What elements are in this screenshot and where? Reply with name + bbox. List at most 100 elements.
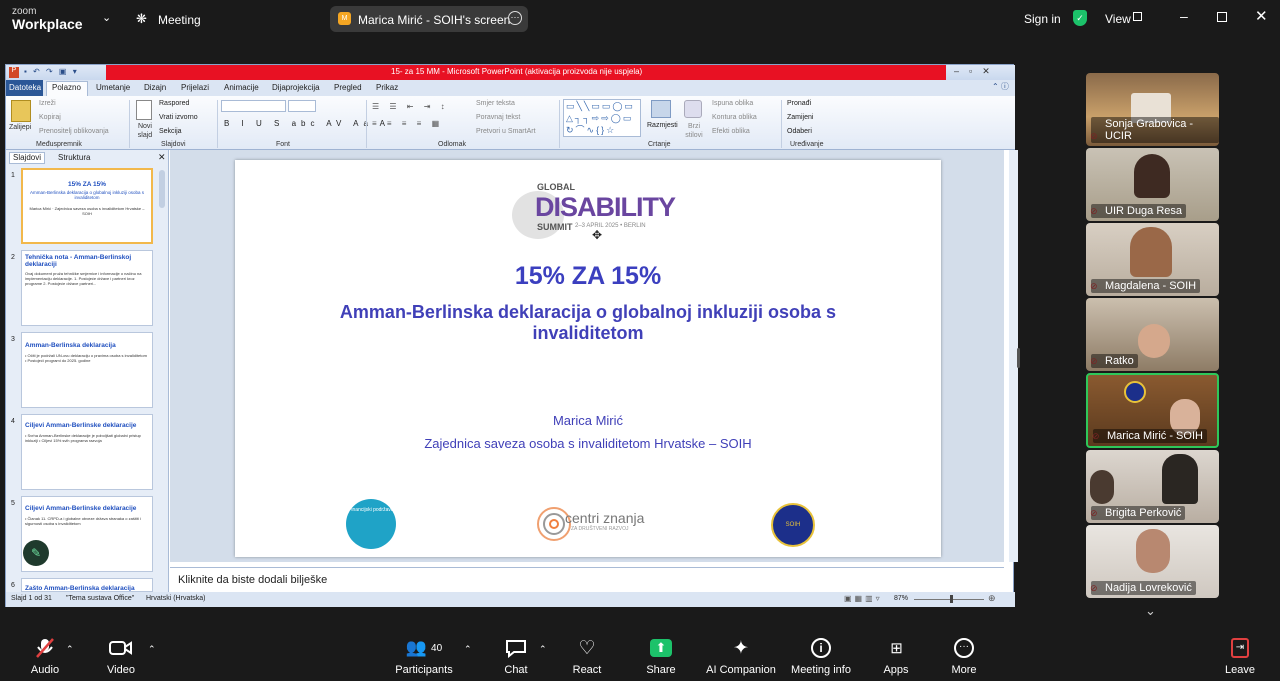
text-direction-button[interactable]: Smjer teksta (476, 100, 515, 107)
centri-znanja-sub: ZA DRUŠTVENI RAZVOJ (571, 526, 629, 532)
slide-thumbnail[interactable]: 15% ZA 15% Amman-Berlinska deklaracija o… (21, 168, 153, 244)
participant-tile[interactable]: ⊘ Ratko (1086, 298, 1219, 371)
meeting-label[interactable]: Meeting (158, 13, 201, 27)
tab-review[interactable]: Pregled (334, 83, 362, 92)
shield-icon[interactable]: ✓ (1073, 10, 1087, 26)
section-button[interactable]: Sekcija (159, 128, 182, 135)
logo-date: 2–3 APRIL 2025 • BERLIN (575, 223, 646, 229)
powerpoint-icon: P (9, 67, 19, 78)
participant-tile[interactable]: ⊘ Sonja Grabovica - UCIR (1086, 73, 1219, 146)
tab-animations[interactable]: Animacije (224, 83, 259, 92)
tab-slideshow[interactable]: Dijaprojekcija (272, 83, 320, 92)
participant-video (1130, 227, 1172, 277)
shape-outline-button[interactable]: Kontura oblika (712, 114, 757, 121)
slide-organization: Zajednica saveza osoba s invaliditetom H… (424, 436, 752, 451)
ppt-window-controls[interactable]: –▫✕ (954, 66, 1000, 77)
participant-tile[interactable]: ⊘ Nadija Lovreković (1086, 525, 1219, 598)
share-screen-pill[interactable]: M Marica Mirić - SOIH's screen ··· (330, 6, 528, 32)
thumb-number: 6 (11, 582, 15, 589)
reset-button[interactable]: Vrati izvorno (159, 114, 198, 121)
participant-tile-active-speaker[interactable]: ⊘ Marica Mirić - SOIH (1086, 373, 1219, 448)
tab-transitions[interactable]: Prijelazi (181, 83, 209, 92)
group-font: Font (276, 141, 291, 148)
zoom-in-icon[interactable]: ⊕ (988, 593, 996, 604)
thumb-body: Marica Mirić · Zajednica saveza osoba s … (29, 206, 145, 216)
splitter-handle[interactable] (1017, 348, 1020, 368)
layout-button[interactable]: Raspored (159, 100, 189, 107)
copy-button[interactable]: Kopiraj (39, 114, 61, 121)
cut-button[interactable]: Izreži (39, 100, 56, 107)
participant-video (1124, 381, 1146, 403)
paragraph-buttons[interactable]: ☰ ☰ ⇤ ⇥ ↕ (372, 102, 449, 111)
font-name-field[interactable] (221, 100, 286, 112)
new-slide-button[interactable]: Novi slajd (133, 122, 157, 140)
participants-button[interactable]: 👥 40 Participants (379, 632, 469, 681)
video-button[interactable]: Video (76, 632, 166, 681)
thumbs-scrollbar[interactable] (159, 170, 165, 208)
help-icon[interactable]: ⌃ ⓘ (992, 81, 1009, 92)
audio-options-chevron-icon[interactable]: ⌃ (66, 644, 74, 655)
tab-file[interactable]: Datoteka (9, 83, 41, 92)
quick-styles-button[interactable]: Brzi stilovi (683, 122, 705, 140)
sign-in-link[interactable]: Sign in (1024, 12, 1061, 26)
minimize-icon[interactable]: – (1180, 8, 1188, 24)
close-panel-icon[interactable]: ✕ (158, 152, 166, 163)
zoom-brand: Workplace (12, 16, 83, 32)
slide-thumbnail[interactable]: Zašto Amman-Berlinska deklaracija (21, 578, 153, 592)
zoom-slider[interactable] (914, 599, 984, 600)
more-button[interactable]: ··· More (919, 632, 1009, 681)
more-options-icon[interactable]: ··· (508, 11, 522, 25)
shape-effects-button[interactable]: Efekti oblika (712, 128, 750, 135)
share-button[interactable]: ⬆ Share (616, 632, 706, 681)
format-painter-button[interactable]: Prenositelj oblikovanja (39, 128, 109, 135)
participants-count: 40 (431, 642, 443, 654)
notes-pane[interactable]: Kliknite da biste dodali bilješke (170, 567, 1004, 592)
tab-outline[interactable]: Struktura (58, 153, 90, 162)
slide-thumbnail[interactable]: Ciljevi Amman-Berlinske deklaracije • Sv… (21, 414, 153, 490)
tab-home[interactable]: Polazno (52, 83, 81, 92)
select-button[interactable]: Odaberi (787, 128, 812, 135)
video-options-chevron-icon[interactable]: ⌃ (148, 644, 156, 655)
close-icon[interactable]: ✕ (1255, 7, 1268, 25)
align-buttons[interactable]: ≡ ≡ ≡ ≡ ▦ (372, 119, 443, 128)
arrange-button[interactable]: Razmjesti (647, 122, 678, 129)
chevron-down-icon[interactable]: ⌄ (102, 11, 111, 24)
align-text-button[interactable]: Poravnaj tekst (476, 114, 520, 121)
shapes-gallery[interactable]: ▭╲╲▭▭◯▭ △┐┐⇨⇨◯▭ ↻⌒∿{}☆ (563, 99, 641, 137)
ai-companion-button[interactable]: ✦ AI Companion (696, 632, 786, 681)
participant-tile[interactable]: ⊘ UIR Duga Resa (1086, 148, 1219, 221)
tab-insert[interactable]: Umetanje (96, 83, 130, 92)
slide-thumbnail[interactable]: Tehnička nota - Amman-Berlinskoj deklara… (21, 250, 153, 326)
tab-slides[interactable]: Slajdovi (9, 152, 45, 164)
leave-label: Leave (1225, 664, 1255, 676)
annotate-pen-icon[interactable]: ✎ (23, 540, 49, 566)
replace-button[interactable]: Zamijeni (787, 114, 813, 121)
thumb-number: 3 (11, 336, 15, 343)
chevron-down-icon[interactable]: ⌄ (1145, 603, 1156, 619)
shape-fill-button[interactable]: Ispuna oblika (712, 100, 753, 107)
font-size-field[interactable] (288, 100, 316, 112)
slide-thumbnail[interactable]: Amman-Berlinska deklaracija • Očiti je p… (21, 332, 153, 408)
paste-button[interactable]: Zalijepi (9, 124, 31, 131)
leave-button[interactable]: ⇥ Leave (1195, 632, 1280, 681)
view-buttons[interactable]: ▣▦▥▿ (844, 594, 883, 603)
share-icon: ⬆ (616, 632, 706, 664)
participant-tile[interactable]: ⊘ Brigita Perković (1086, 450, 1219, 523)
participants-icon: 👥 40 (405, 638, 443, 657)
view-button[interactable]: View (1105, 12, 1131, 26)
tab-design[interactable]: Dizajn (144, 83, 166, 92)
thumb-number: 2 (11, 254, 15, 261)
thumb-title: Ciljevi Amman-Berlinske deklaracije (25, 422, 137, 429)
more-icon: ··· (919, 632, 1009, 664)
maximize-icon[interactable] (1217, 12, 1227, 22)
zoom-slider-thumb[interactable] (950, 595, 953, 603)
find-button[interactable]: Pronađi (787, 100, 811, 107)
presenter-avatar-icon: M (338, 12, 351, 25)
slide[interactable]: GLOBAL DISABILITY SUMMIT 2–3 APRIL 2025 … (235, 160, 941, 557)
tab-view[interactable]: Prikaz (376, 83, 398, 92)
participant-tile[interactable]: ⊘ Magdalena - SOIH (1086, 223, 1219, 296)
ppt-window-title: 15- za 15 MM - Microsoft PowerPoint (akt… (391, 67, 643, 76)
quick-access-toolbar[interactable]: ▪ ↶ ↷ ▣ ▾ (24, 67, 79, 76)
smartart-button[interactable]: Pretvori u SmartArt (476, 128, 536, 135)
thumb-body: Ovaj dokument pruža tehničke smjernice i… (25, 271, 142, 286)
